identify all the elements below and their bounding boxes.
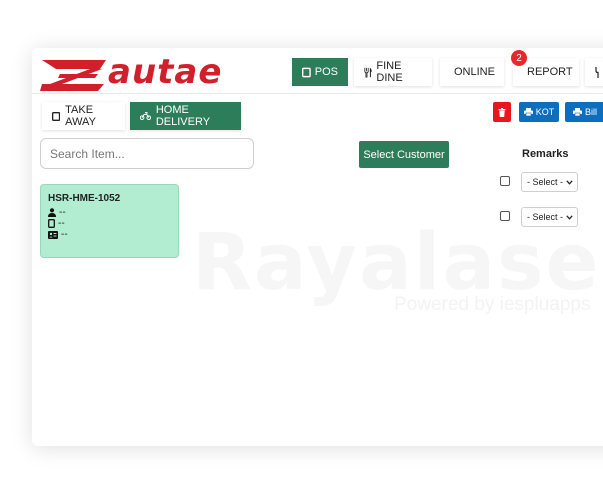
printer-icon bbox=[523, 108, 533, 116]
utensils-icon bbox=[595, 66, 599, 78]
remarks-heading: Remarks bbox=[522, 148, 569, 160]
bill-print-button[interactable]: Bill bbox=[565, 102, 603, 122]
kot-print-button[interactable]: KOT bbox=[519, 102, 559, 122]
order-id: HSR-HME-1052 bbox=[48, 193, 121, 204]
remark-select-value: - Select - bbox=[527, 212, 564, 222]
remark-select-value: - Select - bbox=[527, 177, 564, 187]
kot-label: KOT bbox=[535, 107, 555, 117]
search-item-input[interactable] bbox=[40, 138, 254, 169]
utensils-icon bbox=[364, 67, 372, 78]
nav-tab-fine-dine[interactable]: FINE DINE bbox=[354, 58, 432, 86]
tablet-icon bbox=[302, 67, 311, 77]
tab-home-delivery[interactable]: HOME DELIVERY bbox=[130, 102, 241, 130]
remark-select[interactable]: - Select - bbox=[521, 172, 578, 192]
chevron-down-icon bbox=[566, 214, 573, 220]
report-notification-badge: 2 bbox=[511, 50, 527, 66]
nav-tab-label: ONLINE bbox=[454, 66, 495, 78]
order-address-row: -- bbox=[48, 229, 171, 240]
order-customer-row: -- bbox=[48, 207, 171, 218]
nav-tab-pos[interactable]: POS bbox=[292, 58, 348, 86]
delete-button[interactable] bbox=[493, 102, 511, 122]
remark-checkbox[interactable] bbox=[500, 176, 510, 186]
nav-tab-label: FINE DINE bbox=[376, 60, 403, 84]
printer-icon bbox=[572, 108, 582, 116]
header-divider bbox=[32, 93, 603, 94]
logo-wordmark: autae bbox=[108, 52, 223, 92]
tab-take-away[interactable]: TAKE AWAY bbox=[42, 102, 125, 130]
nav-tab-label: REPORT bbox=[527, 66, 573, 78]
nav-tab-label: POS bbox=[314, 66, 338, 78]
remark-select[interactable]: - Select - bbox=[521, 207, 578, 227]
nav-tab-more[interactable] bbox=[585, 58, 603, 86]
bill-label: Bill bbox=[584, 107, 597, 117]
remark-checkbox[interactable] bbox=[500, 211, 510, 221]
tablet-icon bbox=[52, 111, 61, 121]
order-phone: -- bbox=[58, 218, 65, 229]
z-logo-mark bbox=[40, 60, 106, 91]
watermark-subtitle: Powered by iespluapps bbox=[394, 294, 591, 315]
chevron-down-icon bbox=[566, 179, 573, 185]
motorcycle-icon bbox=[140, 112, 151, 120]
trash-icon bbox=[498, 107, 506, 117]
tab-label: TAKE AWAY bbox=[65, 104, 96, 128]
order-customer: -- bbox=[59, 207, 66, 218]
mobile-icon bbox=[48, 219, 55, 228]
select-customer-button[interactable]: Select Customer bbox=[359, 141, 449, 168]
order-address: -- bbox=[61, 229, 68, 240]
nav-tab-online[interactable]: ONLINE bbox=[440, 58, 504, 86]
user-icon bbox=[48, 208, 56, 217]
order-phone-row: -- bbox=[48, 218, 171, 229]
brand-logo bbox=[40, 58, 110, 92]
tab-label: HOME DELIVERY bbox=[155, 104, 211, 128]
pos-window: Rayalase Powered by iespluapps autae POS… bbox=[32, 48, 603, 446]
order-card[interactable]: HSR-HME-1052 -- -- -- bbox=[40, 184, 179, 258]
address-card-icon bbox=[48, 230, 58, 239]
